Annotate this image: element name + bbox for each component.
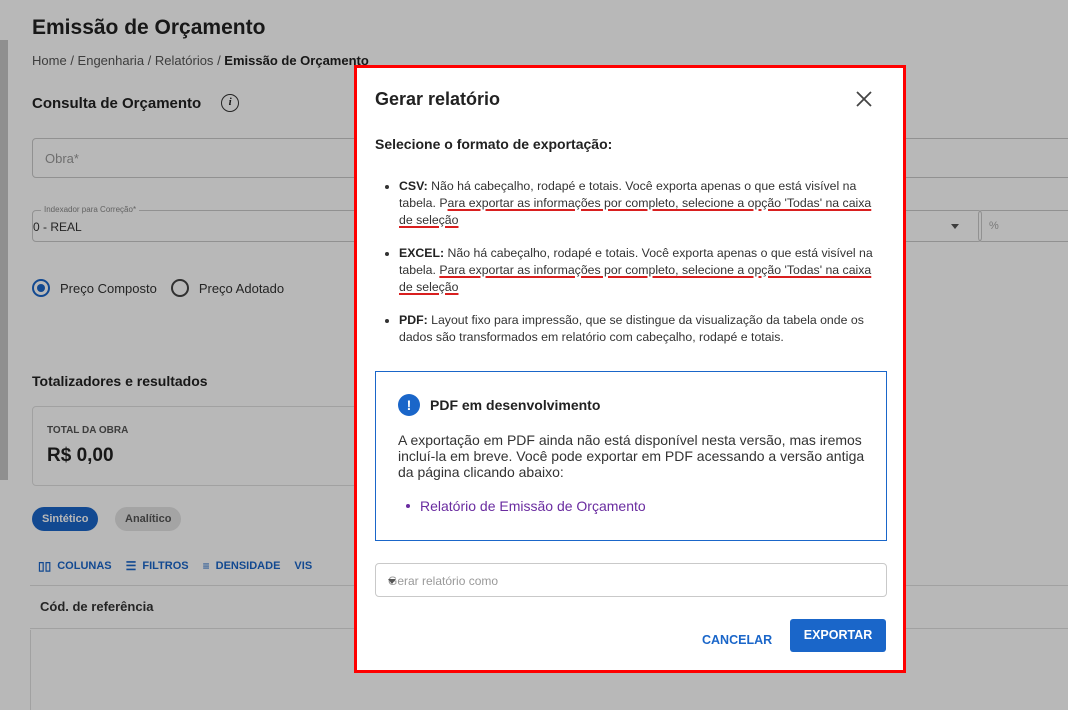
format-highlight: ara exportar as informações por completo… (399, 196, 872, 227)
select-placeholder: Gerar relatório como (388, 574, 499, 588)
chevron-down-icon (388, 579, 396, 584)
format-list: CSV: Não há cabeçalho, rodapé e totais. … (383, 178, 883, 362)
format-name: PDF: (399, 313, 428, 327)
dialog-title: Gerar relatório (375, 89, 501, 109)
cancel-button[interactable]: CANCELAR (702, 625, 772, 655)
dialog-subtitle: Selecione o formato de exportação: (375, 136, 613, 152)
format-item-csv: CSV: Não há cabeçalho, rodapé e totais. … (383, 178, 883, 229)
pdf-notice: ! PDF em desenvolvimento A exportação em… (375, 371, 887, 541)
exclamation-icon: ! (398, 394, 420, 416)
format-item-pdf: PDF: Layout fixo para impressão, que se … (383, 312, 883, 346)
format-name: CSV: (399, 179, 428, 193)
close-icon (856, 91, 872, 107)
notice-title: PDF em desenvolvimento (430, 397, 601, 413)
export-dialog: Gerar relatório Selecione o formato de e… (354, 65, 906, 673)
notice-text: A exportação em PDF ainda não está dispo… (398, 432, 865, 480)
report-format-select[interactable]: Gerar relatório como (375, 563, 887, 597)
format-name: EXCEL: (399, 246, 445, 260)
format-text: Layout fixo para impressão, que se disti… (399, 313, 864, 344)
format-highlight: Para exportar as informações por complet… (399, 263, 872, 294)
export-button[interactable]: EXPORTAR (790, 619, 886, 652)
close-button[interactable] (853, 88, 875, 110)
notice-header: ! PDF em desenvolvimento (398, 394, 600, 416)
legacy-report-link[interactable]: Relatório de Emissão de Orçamento (406, 498, 646, 514)
format-item-excel: EXCEL: Não há cabeçalho, rodapé e totais… (383, 245, 883, 296)
